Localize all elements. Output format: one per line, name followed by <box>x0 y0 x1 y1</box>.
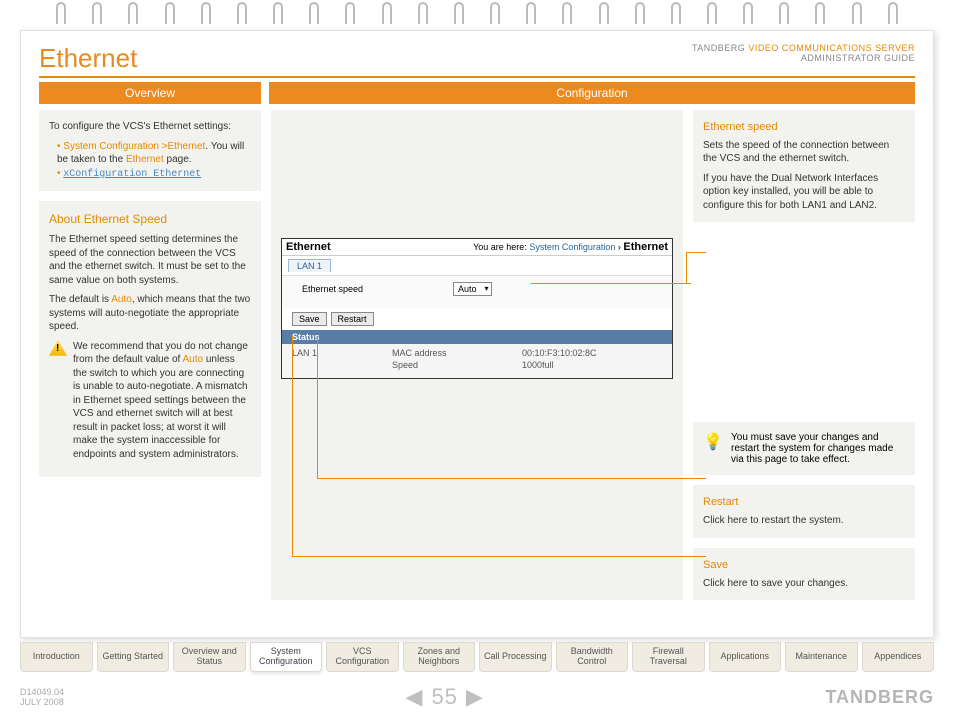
warning-text: We recommend that you do not change from… <box>73 340 251 462</box>
connector-line <box>686 252 706 253</box>
tab-configuration[interactable]: Configuration <box>269 82 915 104</box>
nav-firewall-traversal[interactable]: Firewall Traversal <box>632 642 705 672</box>
ss-restart-button[interactable]: Restart <box>331 312 374 326</box>
callout-restart: Restart Click here to restart the system… <box>693 485 915 537</box>
connector-line <box>292 336 293 556</box>
ss-breadcrumb: You are here: System Configuration › Eth… <box>473 241 668 253</box>
callout-ethernet-speed: Ethernet speed Sets the speed of the con… <box>693 110 915 222</box>
callout-save: Save Click here to save your changes. <box>693 548 915 600</box>
nav-system-configuration[interactable]: System Configuration <box>250 642 323 672</box>
ss-title: Ethernet <box>286 241 331 253</box>
lightbulb-icon <box>703 432 723 452</box>
connector-line <box>317 478 706 479</box>
nav-appendices[interactable]: Appendices <box>862 642 935 672</box>
page-header: Ethernet TANDBERG VIDEO COMMUNICATIONS S… <box>39 43 915 78</box>
nav-maintenance[interactable]: Maintenance <box>785 642 858 672</box>
nav-bandwidth-control[interactable]: Bandwidth Control <box>556 642 629 672</box>
callout-tip: You must save your changes and restart t… <box>693 422 915 475</box>
page-number: 55 <box>431 684 457 710</box>
callouts-column: Ethernet speed Sets the speed of the con… <box>693 110 915 600</box>
about-ethernet-speed: About Ethernet Speed The Ethernet speed … <box>39 201 261 477</box>
connector-line <box>686 252 687 283</box>
pager: ◀ 55 ▶ <box>406 684 484 710</box>
nav-getting-started[interactable]: Getting Started <box>97 642 170 672</box>
brand-block: TANDBERG VIDEO COMMUNICATIONS SERVER ADM… <box>692 43 915 63</box>
ss-status-grid: LAN 1 MAC address 00:10:F3:10:02:8C Spee… <box>282 344 672 378</box>
bottom-nav: Introduction Getting Started Overview an… <box>20 642 934 672</box>
prev-page-arrow[interactable]: ◀ <box>406 684 424 710</box>
footer: D14049.04 JULY 2008 ◀ 55 ▶ TANDBERG <box>20 684 934 710</box>
connector-line <box>531 283 691 284</box>
ethernet-speed-select[interactable]: Auto <box>453 282 492 296</box>
nav-zones-neighbors[interactable]: Zones and Neighbors <box>403 642 476 672</box>
ethernet-screenshot: Ethernet You are here: System Configurat… <box>281 238 673 379</box>
connector-line <box>292 556 706 557</box>
page-body: Ethernet TANDBERG VIDEO COMMUNICATIONS S… <box>20 30 934 638</box>
ss-status-bar: Status <box>282 330 672 344</box>
configuration-column: Ethernet You are here: System Configurat… <box>271 110 683 600</box>
footer-brand: TANDBERG <box>825 687 934 708</box>
section-tabs: Overview Configuration <box>39 82 915 104</box>
nav-applications[interactable]: Applications <box>709 642 782 672</box>
connector-line <box>317 336 318 478</box>
tab-overview[interactable]: Overview <box>39 82 261 104</box>
nav-vcs-configuration[interactable]: VCS Configuration <box>326 642 399 672</box>
nav-path-item: System Configuration >Ethernet. You will… <box>57 140 251 167</box>
cli-link-item[interactable]: xConfiguration Ethernet <box>57 167 251 182</box>
page-title: Ethernet <box>39 43 137 74</box>
spiral-binding <box>0 0 954 26</box>
config-instructions: To configure the VCS's Ethernet settings… <box>39 110 261 191</box>
doc-info: D14049.04 JULY 2008 <box>20 687 64 707</box>
ss-lan-tab[interactable]: LAN 1 <box>288 259 331 272</box>
nav-overview-status[interactable]: Overview and Status <box>173 642 246 672</box>
ss-save-button[interactable]: Save <box>292 312 327 326</box>
nav-call-processing[interactable]: Call Processing <box>479 642 552 672</box>
about-title: About Ethernet Speed <box>49 211 251 227</box>
next-page-arrow[interactable]: ▶ <box>466 684 484 710</box>
ss-field-label: Ethernet speed <box>302 284 363 294</box>
warning-icon <box>49 340 67 356</box>
overview-column: To configure the VCS's Ethernet settings… <box>39 110 261 600</box>
nav-introduction[interactable]: Introduction <box>20 642 93 672</box>
